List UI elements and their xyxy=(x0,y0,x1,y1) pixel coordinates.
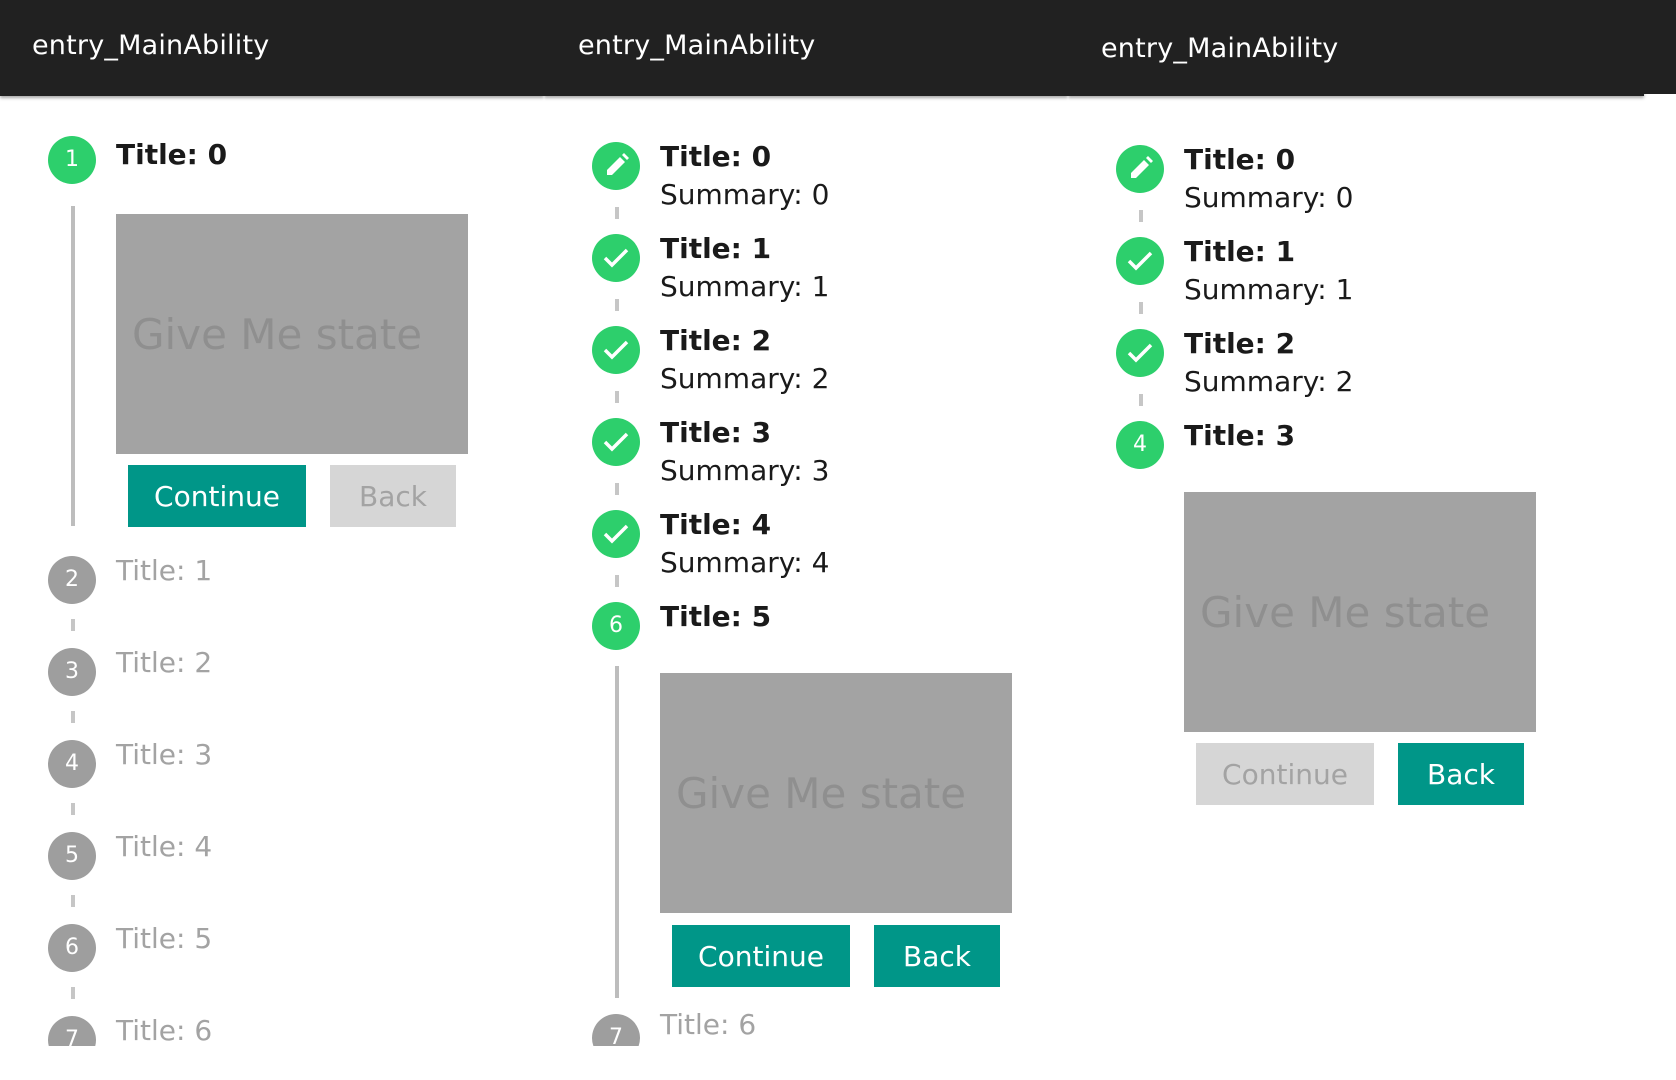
stepper-screen-2: entry_MainAbility Title: 0 Summary: 0 Ti… xyxy=(544,0,1068,1080)
step-title: Title: 1 xyxy=(1184,235,1296,268)
step-title: Title: 2 xyxy=(1184,327,1296,360)
step-summary: Summary: 1 xyxy=(1184,273,1354,306)
pencil-icon xyxy=(1116,145,1164,193)
step-title: Title: 3 xyxy=(1184,419,1296,452)
step-number-badge: 7 xyxy=(48,1016,96,1046)
app-title: entry_MainAbility xyxy=(1101,33,1339,64)
stepper-screen-1: entry_MainAbility 1 Title: 0 Give Me sta… xyxy=(0,0,544,1080)
step-list-clip: 7 Title: 6 xyxy=(0,0,544,1046)
app-bar-edge xyxy=(1644,0,1676,94)
app-bar: entry_MainAbility xyxy=(1068,0,1644,96)
step-summary: Summary: 2 xyxy=(1184,365,1354,398)
continue-button: Continue xyxy=(1196,743,1374,805)
step-connector-dash xyxy=(1139,302,1143,314)
step-list-clip: 7 Title: 6 xyxy=(544,0,1068,1046)
check-icon xyxy=(1116,329,1164,377)
check-icon xyxy=(1116,237,1164,285)
step-connector-dash xyxy=(1139,210,1143,222)
step-number-badge: 7 xyxy=(592,1014,640,1046)
back-button[interactable]: Back xyxy=(1398,743,1524,805)
step-content-box: Give Me state xyxy=(1184,492,1536,732)
step-connector-dash xyxy=(1139,394,1143,406)
step-title: Title: 6 xyxy=(660,1008,757,1041)
step-number-badge: 4 xyxy=(1116,421,1164,469)
stepper-screen-3: entry_MainAbility Title: 0 Summary: 0 Ti… xyxy=(1068,0,1676,1080)
step-title: Title: 6 xyxy=(116,1014,213,1046)
step-title: Title: 0 xyxy=(1184,143,1296,176)
step-summary: Summary: 0 xyxy=(1184,181,1354,214)
step-content-text: Give Me state xyxy=(1200,588,1491,637)
